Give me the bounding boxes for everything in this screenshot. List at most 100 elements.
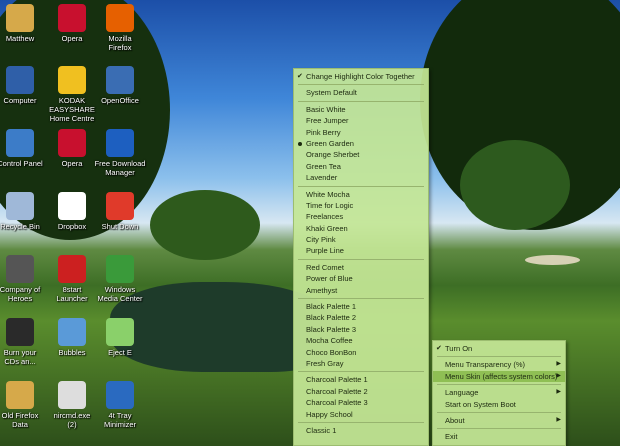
menu-item-start-on-boot[interactable]: Start on System Boot (433, 399, 565, 410)
submenu-arrow-icon: ▶ (556, 361, 561, 368)
menu-item-language[interactable]: Language ▶ (433, 387, 565, 398)
tree-mid2 (150, 190, 260, 260)
menu-item-change-highlight[interactable]: ✔ Change Highlight Color Together (294, 71, 428, 82)
opera-icon (58, 129, 86, 157)
folder-icon (6, 4, 34, 32)
tree-mid (460, 140, 570, 230)
menu-item-skin-option[interactable]: City Pink (294, 234, 428, 245)
skin-group-2: White Mocha Time for Logic Freelances Khaki… (294, 189, 428, 257)
menu-item-skin-option[interactable]: Lavender (294, 172, 428, 183)
menu-item-skin-option[interactable]: Black Palette 1 (294, 301, 428, 312)
menu-item-skin-option[interactable]: Khaki Green (294, 223, 428, 234)
folder-icon (6, 381, 34, 409)
submenu-arrow-icon: ▶ (556, 416, 561, 423)
skin-group-3: Red Comet Power of Blue Amethyst (294, 262, 428, 296)
skin-group-6: Classic 1 (294, 425, 428, 436)
desktop-icon[interactable]: Shut Down (90, 190, 150, 231)
launcher-icon (58, 255, 86, 283)
menu-item-skin-option[interactable]: Happy School (294, 409, 428, 420)
media-center-icon (106, 255, 134, 283)
menu-separator (298, 371, 424, 373)
menu-item-skin-option[interactable]: Black Palette 3 (294, 324, 428, 335)
menu-separator (298, 100, 424, 102)
checkmark-icon: ✔ (436, 345, 442, 352)
menu-item-skin-option[interactable]: Orange Sherbet (294, 149, 428, 160)
submenu-arrow-icon: ▶ (556, 372, 561, 379)
desktop-icon-label: 4t Tray Minimizer (103, 411, 137, 429)
skin-group-4: Black Palette 1 Black Palette 2 Black Pale… (294, 301, 428, 369)
menu-item-skin-option[interactable]: Pink Berry (294, 127, 428, 138)
menu-item-skin-option[interactable]: Basic White (294, 104, 428, 115)
desktop-icon-label: Windows Media Center (97, 285, 143, 303)
menu-item-skin-option[interactable]: Free Jumper (294, 115, 428, 126)
menu-item-skin-option[interactable]: Fresh Gray (294, 358, 428, 369)
menu-item-skin[interactable]: Menu Skin (affects system colors) ▶ (433, 370, 565, 383)
menu-skin-submenu: ✔ Change Highlight Color Together System … (293, 68, 429, 446)
kodak-icon (58, 66, 86, 94)
desktop-icon[interactable]: Mozilla Firefox (90, 2, 150, 52)
tray-minimizer-icon (106, 381, 134, 409)
power-icon (106, 192, 134, 220)
menu-item-skin-option[interactable]: Freelances (294, 211, 428, 222)
skin-group-1: Basic White Free Jumper Pink Berry Green Ga… (294, 104, 428, 184)
recycle-bin-icon (6, 192, 34, 220)
download-manager-icon (106, 129, 134, 157)
menu-separator (437, 356, 561, 358)
menu-separator (298, 298, 424, 300)
eject-icon (106, 318, 134, 346)
computer-icon (6, 66, 34, 94)
sand-bunker (525, 255, 580, 265)
menu-item-skin-option[interactable]: Choco BonBon (294, 347, 428, 358)
menu-item-exit[interactable]: Exit (433, 431, 565, 442)
program-icon (58, 381, 86, 409)
desktop-icon[interactable]: OpenOffice (90, 64, 150, 105)
menu-item-skin-option[interactable]: Time for Logic (294, 200, 428, 211)
submenu-arrow-icon: ▶ (556, 389, 561, 396)
desktop-icon-label: Shut Down (101, 222, 139, 231)
menu-item-skin-option[interactable]: Green Garden (294, 138, 428, 149)
checkmark-icon: ✔ (297, 73, 303, 80)
desktop-icon-label: OpenOffice (101, 96, 139, 105)
game-icon (6, 255, 34, 283)
menu-item-skin-option[interactable]: Mocha Coffee (294, 335, 428, 346)
menu-item-skin-option[interactable]: Charcoal Palette 2 (294, 386, 428, 397)
desktop-icon[interactable]: Eject E (90, 316, 150, 357)
menu-item-skin-option[interactable]: Purple Line (294, 245, 428, 256)
opera-icon (58, 4, 86, 32)
menu-item-skin-option[interactable]: Amethyst (294, 285, 428, 296)
menu-item-system-default[interactable]: System Default (294, 87, 428, 98)
menu-separator (298, 84, 424, 86)
desktop-icon-label: Free Download Manager (94, 159, 146, 177)
menu-main: ✔ Turn On Menu Transparency (%) ▶ Menu Ski… (432, 340, 566, 446)
menu-separator (298, 185, 424, 187)
menu-separator (437, 411, 561, 413)
desktop-icon-label: Mozilla Firefox (108, 34, 132, 52)
menu-separator (298, 421, 424, 423)
menu-item-skin-option[interactable]: Power of Blue (294, 273, 428, 284)
menu-item-skin-option[interactable]: Red Comet (294, 262, 428, 273)
menu-separator (437, 384, 561, 386)
bubbles-icon (58, 318, 86, 346)
dropbox-icon (58, 192, 86, 220)
desktop-icon[interactable]: Windows Media Center (90, 253, 150, 303)
burn-cd-icon (6, 318, 34, 346)
menu-item-turn-on[interactable]: ✔ Turn On (433, 343, 565, 354)
control-panel-icon (6, 129, 34, 157)
menu-separator (437, 428, 561, 430)
menu-item-about[interactable]: About ▶ (433, 415, 565, 426)
firefox-icon (106, 4, 134, 32)
skin-group-5: Charcoal Palette 1 Charcoal Palette 2 Char… (294, 374, 428, 420)
selected-bullet-icon (298, 141, 302, 146)
menu-item-transparency[interactable]: Menu Transparency (%) ▶ (433, 359, 565, 370)
menu-item-skin-option[interactable]: Black Palette 2 (294, 312, 428, 323)
menu-item-skin-option[interactable]: Classic 1 (294, 425, 428, 436)
menu-separator (298, 258, 424, 260)
openoffice-icon (106, 66, 134, 94)
menu-item-skin-option[interactable]: Green Tea (294, 161, 428, 172)
menu-item-skin-option[interactable]: White Mocha (294, 189, 428, 200)
menu-item-skin-option[interactable]: Charcoal Palette 3 (294, 397, 428, 408)
menu-item-skin-option[interactable]: Charcoal Palette 1 (294, 374, 428, 385)
desktop-icon[interactable]: 4t Tray Minimizer (90, 379, 150, 429)
desktop-icon-label: Eject E (108, 348, 132, 357)
desktop-icon[interactable]: Free Download Manager (90, 127, 150, 177)
